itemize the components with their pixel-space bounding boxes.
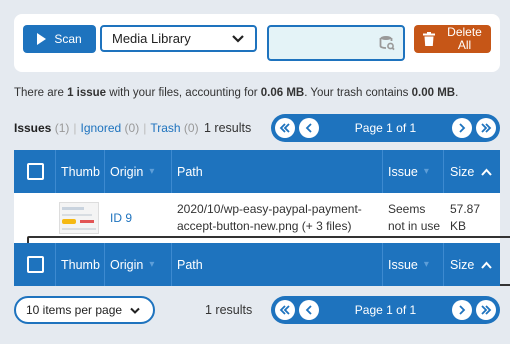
prev-page-button[interactable]	[299, 300, 319, 320]
chevron-down-icon	[130, 307, 140, 314]
next-page-button[interactable]	[452, 118, 472, 138]
col-thumb: Thumb	[61, 164, 100, 179]
first-page-button[interactable]	[275, 300, 295, 320]
double-chevron-right-icon	[481, 305, 492, 315]
filter-issues[interactable]: Issues	[14, 121, 51, 135]
first-page-button[interactable]	[275, 118, 295, 138]
delete-all-button[interactable]: Delete All	[414, 25, 491, 53]
delete-all-label: Delete All	[447, 25, 482, 52]
search-field[interactable]	[267, 25, 405, 61]
sort-icon: ▾	[423, 166, 429, 177]
chevron-down-icon	[232, 35, 244, 43]
col-path[interactable]: Path	[177, 150, 203, 193]
chevron-right-icon	[459, 123, 466, 133]
size-cell: 57.87 KB	[450, 202, 481, 233]
thumbnail-image[interactable]	[59, 202, 99, 234]
col-size[interactable]: Size	[450, 243, 493, 286]
sort-ascending-icon	[481, 261, 493, 269]
results-count-bottom: 1 results	[205, 303, 253, 317]
issues-size: 0.06 MB	[260, 87, 305, 99]
sort-ascending-icon	[481, 168, 493, 176]
last-page-button[interactable]	[476, 118, 496, 138]
select-all-checkbox-bottom[interactable]	[27, 256, 44, 273]
page-indicator: Page 1 of 1	[354, 303, 417, 317]
sort-icon: ▾	[149, 259, 155, 270]
thumbnail-preview-icon	[62, 207, 96, 230]
issues-summary: There are 1 issue with your files, accou…	[14, 87, 459, 99]
chevron-left-icon	[305, 123, 312, 133]
source-select-value: Media Library	[112, 31, 191, 46]
table-footer-header: Thumb Origin ▾ Path Issue ▾ Size	[14, 243, 500, 286]
results-count: 1 results	[204, 121, 252, 135]
items-per-page-value: 10 items per page	[26, 303, 123, 317]
col-origin[interactable]: Origin ▾	[110, 243, 154, 286]
table-header: Thumb Origin ▾ Path Issue ▾ Size	[14, 150, 500, 193]
select-all-cell	[27, 150, 44, 193]
col-issue[interactable]: Issue ▾	[388, 150, 429, 193]
play-icon	[37, 33, 47, 45]
col-size[interactable]: Size	[450, 150, 493, 193]
filter-trash[interactable]: Trash	[150, 121, 180, 135]
trash-size: 0.00 MB	[411, 87, 456, 99]
sort-icon: ▾	[423, 259, 429, 270]
issues-table: Thumb Origin ▾ Path Issue ▾ Size ID 9 20…	[14, 150, 510, 286]
pagination-bottom: Page 1 of 1	[271, 296, 500, 324]
table-row: ID 9 2020/10/wp-easy-paypal-payment-acce…	[14, 193, 510, 286]
trash-icon	[423, 32, 435, 46]
issue-count: 1 issue	[67, 87, 107, 99]
filter-ignored[interactable]: Ignored	[81, 121, 122, 135]
chevron-left-icon	[305, 305, 312, 315]
path-cell: 2020/10/wp-easy-paypal-payment-accept-bu…	[177, 202, 362, 233]
sort-icon: ▾	[149, 166, 155, 177]
prev-page-button[interactable]	[299, 118, 319, 138]
database-search-icon	[379, 36, 395, 51]
double-chevron-right-icon	[481, 123, 492, 133]
col-path[interactable]: Path	[177, 243, 203, 286]
page-indicator: Page 1 of 1	[354, 121, 417, 135]
filter-tabs: Issues (1) | Ignored (0) | Trash (0)	[14, 121, 199, 135]
issue-cell: Seems not in use	[388, 202, 441, 233]
toolbar: Scan Media Library Delete All	[14, 14, 500, 72]
items-per-page-select[interactable]: 10 items per page	[14, 296, 155, 324]
select-all-checkbox[interactable]	[27, 163, 44, 180]
next-page-button[interactable]	[452, 300, 472, 320]
chevron-right-icon	[459, 305, 466, 315]
origin-link[interactable]: ID 9	[110, 210, 132, 227]
double-chevron-left-icon	[279, 123, 290, 133]
col-origin[interactable]: Origin ▾	[110, 150, 154, 193]
col-issue[interactable]: Issue ▾	[388, 243, 429, 286]
double-chevron-left-icon	[279, 305, 290, 315]
last-page-button[interactable]	[476, 300, 496, 320]
scan-button[interactable]: Scan	[23, 25, 96, 53]
source-select[interactable]: Media Library	[100, 25, 257, 52]
scan-label: Scan	[54, 32, 82, 46]
pagination-top: Page 1 of 1	[271, 114, 500, 142]
col-thumb: Thumb	[61, 257, 100, 272]
